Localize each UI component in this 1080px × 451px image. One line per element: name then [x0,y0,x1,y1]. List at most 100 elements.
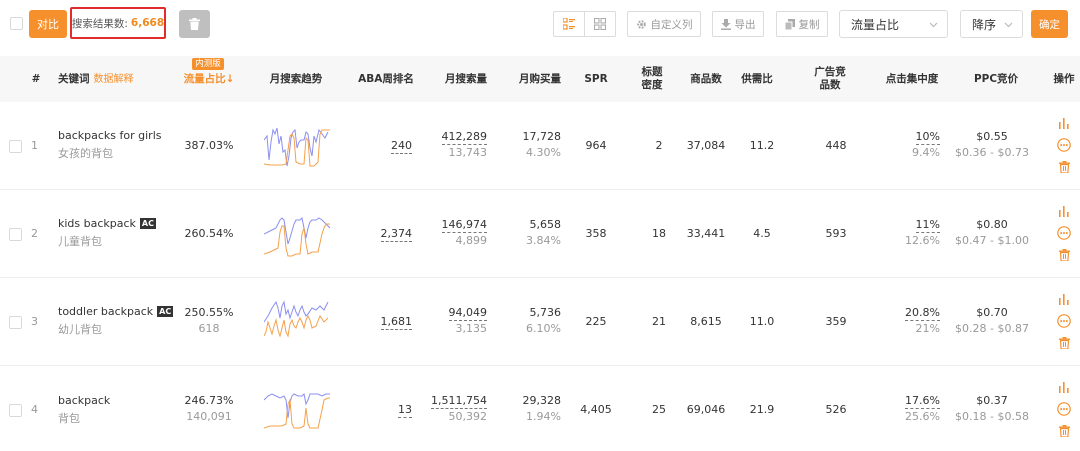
click-top-value[interactable]: 20.8% [905,306,940,321]
header-spr[interactable]: SPR [582,73,610,86]
aba-rank[interactable]: 13 [376,403,412,418]
keyword-en[interactable]: backpack [58,394,110,407]
bar-chart-icon[interactable] [1058,206,1070,217]
header-monthly-search[interactable]: 月搜索量 [440,73,492,86]
keyword-cell[interactable]: toddler backpack AC 幼儿背包 [58,305,174,337]
ppc-value: $0.70 [976,306,1008,319]
monthly-search[interactable]: 412,289 13,743 [430,130,487,159]
row-checkbox[interactable] [9,316,22,329]
keyword-cell[interactable]: backpacks for girls 女孩的背包 [58,129,161,161]
click-concentration[interactable]: 20.8% 21% [890,306,940,335]
keyword-cn: 儿童背包 [58,235,102,248]
table-row[interactable]: 1 backpacks for girls 女孩的背包 387.03% 240 … [0,102,1080,190]
more-icon[interactable] [1057,226,1071,240]
header-ppc[interactable]: PPC竞价 [970,73,1022,86]
trash-icon[interactable] [1058,425,1070,437]
traffic-share-sub: 140,091 [186,410,232,423]
more-icon[interactable] [1057,402,1071,416]
keyword-cn: 幼儿背包 [58,323,102,336]
trash-icon[interactable] [1058,249,1070,261]
monthly-search[interactable]: 94,049 3,135 [430,306,487,335]
monthly-purchase: 5,658 3.84% [506,218,561,247]
search-trend-sparkline[interactable] [264,390,330,434]
monthly-search-sub: 50,392 [448,410,488,423]
bar-chart-icon[interactable] [1058,294,1070,305]
amazon-choice-badge: AC [139,218,156,229]
supply-demand-value: 11.0 [749,315,775,328]
click-top-value[interactable]: 17.6% [905,394,940,409]
bar-chart-icon[interactable] [1058,118,1070,129]
row-actions [1056,206,1072,261]
click-sub-value: 21% [915,322,940,335]
copy-label: 复制 [798,18,820,31]
keyword-en[interactable]: kids backpack [58,217,136,230]
bar-chart-icon[interactable] [1058,382,1070,393]
more-icon[interactable] [1057,138,1071,152]
compare-button[interactable]: 对比 [29,10,67,38]
ad-products-value: 526 [825,403,847,416]
aba-rank[interactable]: 240 [376,139,412,154]
search-trend-sparkline[interactable] [264,126,330,170]
click-concentration[interactable]: 10% 9.4% [890,130,940,159]
product-count-value: 8,615 [690,315,722,328]
header-aba-rank[interactable]: ABA周排名 [356,73,416,86]
click-top-value[interactable]: 10% [915,130,940,145]
monthly-search-value[interactable]: 1,511,754 [431,394,487,409]
keyword-en[interactable]: toddler backpack [58,305,153,318]
search-trend-sparkline[interactable] [264,298,330,342]
aba-rank[interactable]: 2,374 [376,227,412,242]
copy-button[interactable]: 复制 [776,11,828,37]
monthly-search[interactable]: 146,974 4,899 [430,218,487,247]
export-button[interactable]: 导出 [712,11,764,37]
monthly-search-value[interactable]: 412,289 [441,130,487,145]
select-all-checkbox[interactable] [10,17,23,30]
monthly-purchase: 17,728 4.30% [506,130,562,159]
header-title-density[interactable]: 标题密度 [639,66,665,92]
header-product-count[interactable]: 商品数 [686,73,726,86]
monthly-search-value[interactable]: 94,049 [448,306,487,321]
list-view-button[interactable] [553,11,585,37]
confirm-button[interactable]: 确定 [1031,10,1068,38]
row-checkbox[interactable] [9,228,22,241]
click-top-value[interactable]: 11% [915,218,940,233]
table-row[interactable]: 4 backpack 背包 246.73% 140,091 13 1,511,7… [0,366,1080,451]
trash-icon[interactable] [1058,337,1070,349]
keyword-cell[interactable]: kids backpack AC 儿童背包 [58,217,156,249]
header-click-concentration[interactable]: 点击集中度 [882,73,942,86]
traffic-share-value: 246.73% [184,394,234,407]
monthly-purchase: 29,328 1.94% [506,394,562,423]
table-row[interactable]: 3 toddler backpack AC 幼儿背包 250.55% 618 1,… [0,278,1080,366]
more-icon[interactable] [1057,314,1071,328]
keyword-cn: 女孩的背包 [58,147,113,160]
click-concentration[interactable]: 11% 12.6% [890,218,940,247]
spr-value: 225 [585,315,607,328]
trash-icon[interactable] [1058,161,1070,173]
ppc-cell: $0.70 $0.28 - $0.87 [954,306,1030,335]
grid-view-button[interactable] [584,11,616,37]
result-count-label: 搜索结果数: [71,17,128,30]
monthly-search[interactable]: 1,511,754 50,392 [430,394,487,423]
header-ad-products[interactable]: 广告竞品数 [812,66,848,92]
row-checkbox[interactable] [9,140,22,153]
header-supply-demand[interactable]: 供需比 [737,73,777,86]
row-checkbox[interactable] [9,404,22,417]
title-density-value: 25 [652,403,666,416]
header-keyword[interactable]: 关键词 数据解释 [58,73,158,86]
keyword-cell[interactable]: backpack 背包 [58,394,110,426]
header-keyword-label: 关键词 [58,73,90,85]
custom-columns-button[interactable]: 自定义列 [627,11,701,37]
aba-rank[interactable]: 1,681 [376,315,412,330]
header-traffic-share[interactable]: 流量占比↓ [178,73,240,86]
traffic-share: 260.54% [184,227,234,240]
supply-demand-value: 4.5 [753,227,771,240]
search-trend-sparkline[interactable] [264,214,330,258]
monthly-search-value[interactable]: 146,974 [441,218,487,233]
click-concentration[interactable]: 17.6% 25.6% [890,394,940,423]
sort-field-select[interactable]: 流量占比 [839,10,948,38]
delete-button[interactable] [179,10,210,38]
header-monthly-purchase[interactable]: 月购买量 [514,73,566,86]
table-row[interactable]: 2 kids backpack AC 儿童背包 260.54% 2,374 146… [0,190,1080,278]
data-explanation-link[interactable]: 数据解释 [94,74,134,85]
sort-order-select[interactable]: 降序 [960,10,1023,38]
keyword-en[interactable]: backpacks for girls [58,129,161,142]
